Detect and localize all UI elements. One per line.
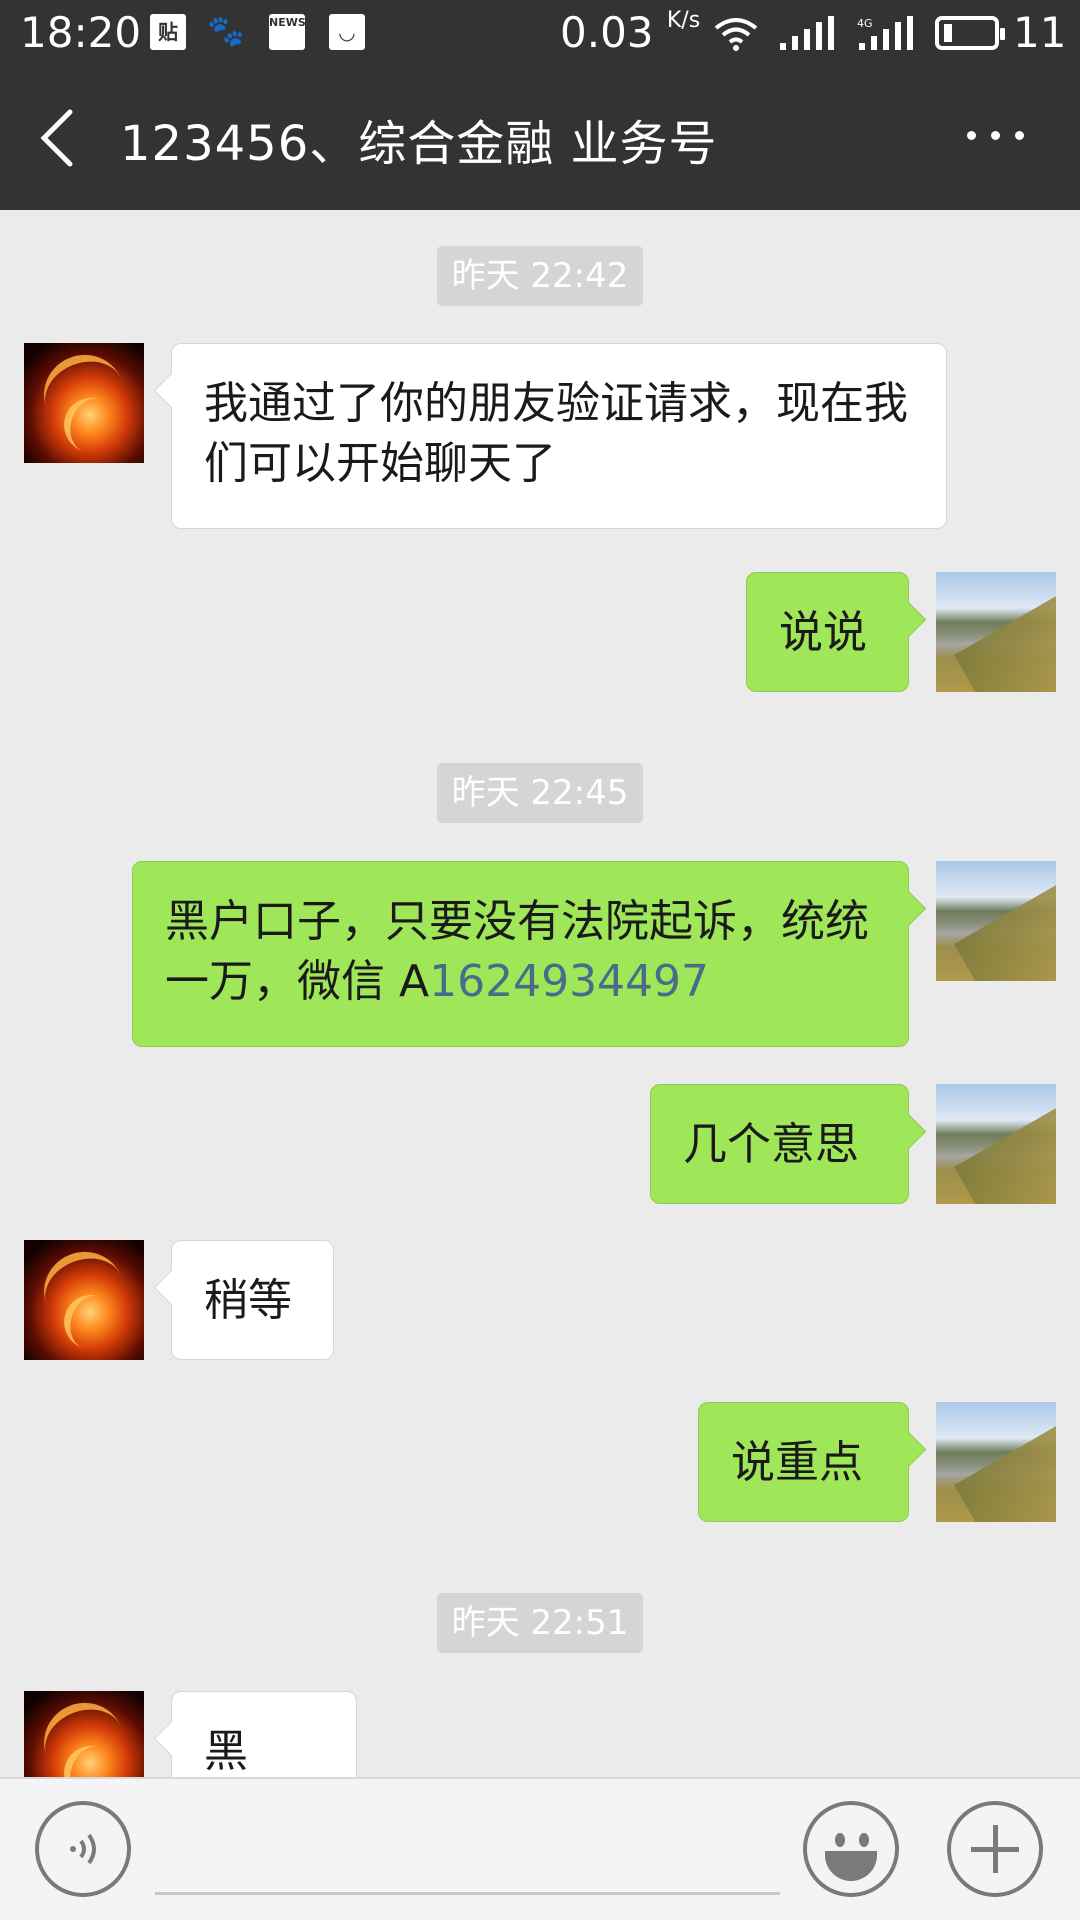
timestamp: 昨天 22:42 — [437, 246, 643, 306]
baidu-paw-icon: 🐾 — [207, 14, 245, 49]
my-avatar[interactable] — [936, 1084, 1056, 1204]
network-speed-value: 0.03 — [560, 8, 654, 57]
more-dot-icon — [991, 131, 1000, 140]
phone-number-link[interactable]: 1624934497 — [429, 956, 709, 1007]
network-speed: 0.03 K/s — [560, 8, 700, 57]
status-time: 18:20 — [20, 8, 142, 57]
smiley-icon — [825, 1851, 877, 1881]
4g-signal-icon: 4G — [857, 16, 913, 50]
voice-icon — [70, 1833, 96, 1865]
news-icon: NEWS — [269, 14, 306, 50]
network-type-label: 4G — [857, 17, 873, 30]
voice-input-button[interactable] — [35, 1801, 131, 1897]
network-speed-unit: K/s — [666, 8, 701, 33]
tieba-icon: 贴 — [150, 14, 186, 50]
timestamp: 昨天 22:45 — [437, 763, 643, 823]
sent-message[interactable]: 几个意思 — [650, 1084, 909, 1204]
sent-message[interactable]: 黑户口子，只要没有法院起诉，统统一万，微信 A1624934497 — [132, 861, 909, 1047]
more-dot-icon — [967, 131, 976, 140]
my-avatar[interactable] — [936, 1402, 1056, 1522]
message-list[interactable]: 昨天 22:42 我通过了你的朋友验证请求，现在我们可以开始聊天了 说说 昨天 … — [0, 210, 1080, 1777]
status-bar: 18:20 贴 🐾 NEWS ◡ 0.03 K/s 4G 11 — [0, 0, 1080, 66]
chevron-left-icon — [40, 109, 73, 167]
battery-icon — [935, 16, 1005, 50]
chat-header: 123456、综合金融 业务号 — [0, 66, 1080, 210]
contact-avatar[interactable] — [24, 1240, 144, 1360]
shopping-bag-icon: ◡ — [329, 14, 365, 50]
received-message[interactable]: 我通过了你的朋友验证请求，现在我们可以开始聊天了 — [171, 343, 947, 529]
back-button[interactable] — [30, 102, 90, 174]
wifi-icon — [714, 18, 758, 51]
timestamp: 昨天 22:51 — [437, 1593, 643, 1653]
my-avatar[interactable] — [936, 572, 1056, 692]
received-message[interactable]: 稍等 — [171, 1240, 334, 1360]
contact-avatar[interactable] — [24, 343, 144, 463]
more-options-button[interactable] — [955, 111, 1035, 161]
message-input[interactable] — [155, 1819, 780, 1895]
sent-message[interactable]: 说说 — [746, 572, 909, 692]
received-message[interactable]: 黑户？ — [171, 1691, 357, 1777]
emoji-eye-icon — [859, 1833, 869, 1847]
input-bar — [0, 1777, 1080, 1920]
chat-title: 123456、综合金融 业务号 — [120, 116, 718, 172]
more-dot-icon — [1015, 131, 1024, 140]
battery-level: 11 — [1013, 8, 1067, 57]
signal-bars-icon — [780, 16, 834, 50]
sent-message[interactable]: 说重点 — [698, 1402, 909, 1522]
emoji-button[interactable] — [803, 1801, 899, 1897]
my-avatar[interactable] — [936, 861, 1056, 981]
emoji-eye-icon — [835, 1833, 845, 1847]
plus-icon — [993, 1825, 998, 1873]
contact-avatar[interactable] — [24, 1691, 144, 1777]
more-functions-button[interactable] — [947, 1801, 1043, 1897]
